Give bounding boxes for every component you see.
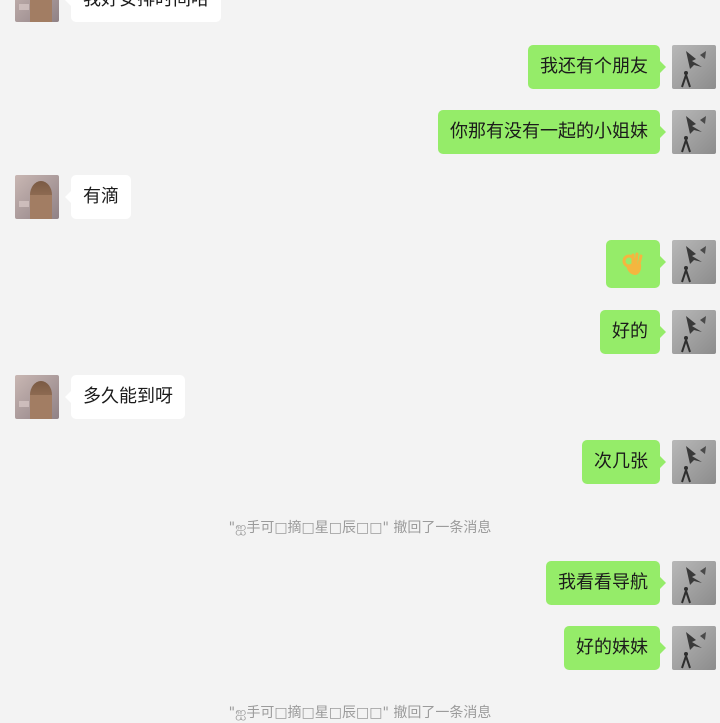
message-bubble-incoming[interactable]: 我好安排时间哈 [65,0,221,22]
contact-avatar[interactable] [15,0,59,22]
message-bubble-outgoing[interactable]: 我看看导航 [546,561,666,605]
contact-avatar[interactable] [15,175,59,219]
my-avatar[interactable] [672,626,716,670]
message-bubble-incoming[interactable]: 有滴 [65,175,131,219]
my-avatar[interactable] [672,561,716,605]
my-avatar[interactable] [672,45,716,89]
message-bubble-incoming[interactable]: 多久能到呀 [65,375,185,419]
ok-hand-emoji-icon [620,252,646,275]
recall-notice: "ஐ手可□摘□星□辰□□" 撤回了一条消息 [228,705,492,721]
recall-notice: "ஐ手可□摘□星□辰□□" 撤回了一条消息 [228,520,492,536]
my-avatar[interactable] [672,240,716,284]
message-bubble-outgoing[interactable]: 好的 [600,310,666,354]
contact-avatar[interactable] [15,375,59,419]
my-avatar[interactable] [672,310,716,354]
message-bubble-outgoing[interactable]: 好的妹妹 [564,626,666,670]
my-avatar[interactable] [672,440,716,484]
message-bubble-outgoing[interactable]: 你那有没有一起的小姐妹 [438,110,666,154]
my-avatar[interactable] [672,110,716,154]
message-bubble-outgoing[interactable] [606,240,666,288]
message-bubble-outgoing[interactable]: 次几张 [582,440,666,484]
chat-area: 我好安排时间哈 我还有个朋友 你那有没有一起的小姐妹 [0,0,720,721]
message-bubble-outgoing[interactable]: 我还有个朋友 [528,45,666,89]
